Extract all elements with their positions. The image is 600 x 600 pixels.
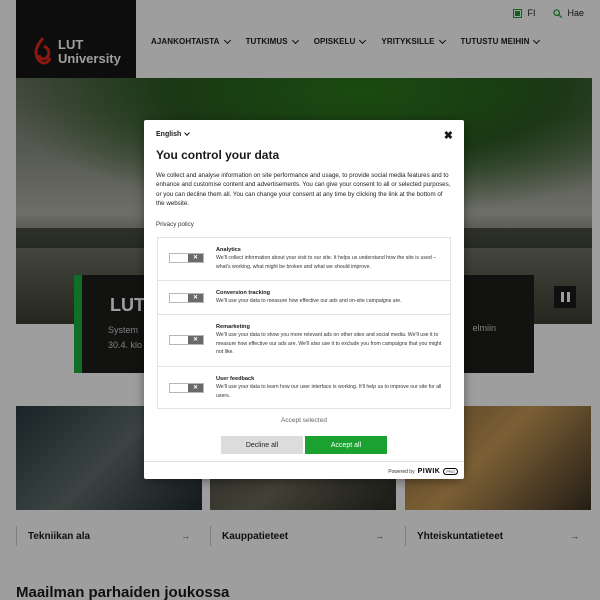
user-feedback-toggle[interactable]: ✕ [169,383,204,393]
chevron-down-icon [184,130,191,136]
accept-all-button[interactable]: Accept all [305,436,387,454]
consent-item-remarketing: ✕ Remarketing We'll use your data to sho… [158,315,450,367]
piwik-pro-badge: PRO [443,468,458,475]
consent-item-name: User feedback [216,376,255,382]
powered-by: Powered by PIWIK PRO [388,468,458,475]
conversion-tracking-toggle[interactable]: ✕ [169,293,204,303]
toggle-off-icon: ✕ [188,294,203,302]
dialog-title: You control your data [156,148,280,162]
remarketing-toggle[interactable]: ✕ [169,335,204,345]
consent-item-name: Analytics [216,247,241,253]
consent-item-name: Remarketing [216,324,250,330]
consent-item-desc: We'll use your data to show you more rel… [216,332,442,356]
toggle-off-icon: ✕ [188,336,203,344]
language-select-value: English [156,131,182,138]
language-select[interactable]: English [156,130,191,138]
close-icon[interactable]: ✖ [444,129,453,142]
privacy-policy-link[interactable]: Privacy policy [156,221,194,228]
consent-item-desc: We'll use your data to learn how our use… [216,384,442,399]
consent-item-user-feedback: ✕ User feedback We'll use your data to l… [158,367,450,410]
consent-item-analytics: ✕ Analytics We'll collect information ab… [158,238,450,281]
toggle-off-icon: ✕ [188,254,203,262]
powered-by-label: Powered by [388,468,415,475]
piwik-logo: PIWIK [417,468,441,475]
analytics-toggle[interactable]: ✕ [169,253,204,263]
dialog-description: We collect and analyse information on si… [156,172,451,208]
toggle-off-icon: ✕ [188,384,203,392]
consent-item-desc: We'll use your data to measure how effec… [216,298,402,304]
consent-dialog: English ✖ You control your data We colle… [144,120,464,479]
consent-item-conversion-tracking: ✕ Conversion tracking We'll use your dat… [158,281,450,315]
consent-category-list: ✕ Analytics We'll collect information ab… [157,237,451,409]
divider [144,461,464,462]
decline-all-button[interactable]: Decline all [221,436,303,454]
accept-selected-button[interactable]: Accept selected [144,417,464,424]
consent-item-desc: We'll collect information about your vis… [216,255,437,270]
consent-item-name: Conversion tracking [216,290,271,296]
